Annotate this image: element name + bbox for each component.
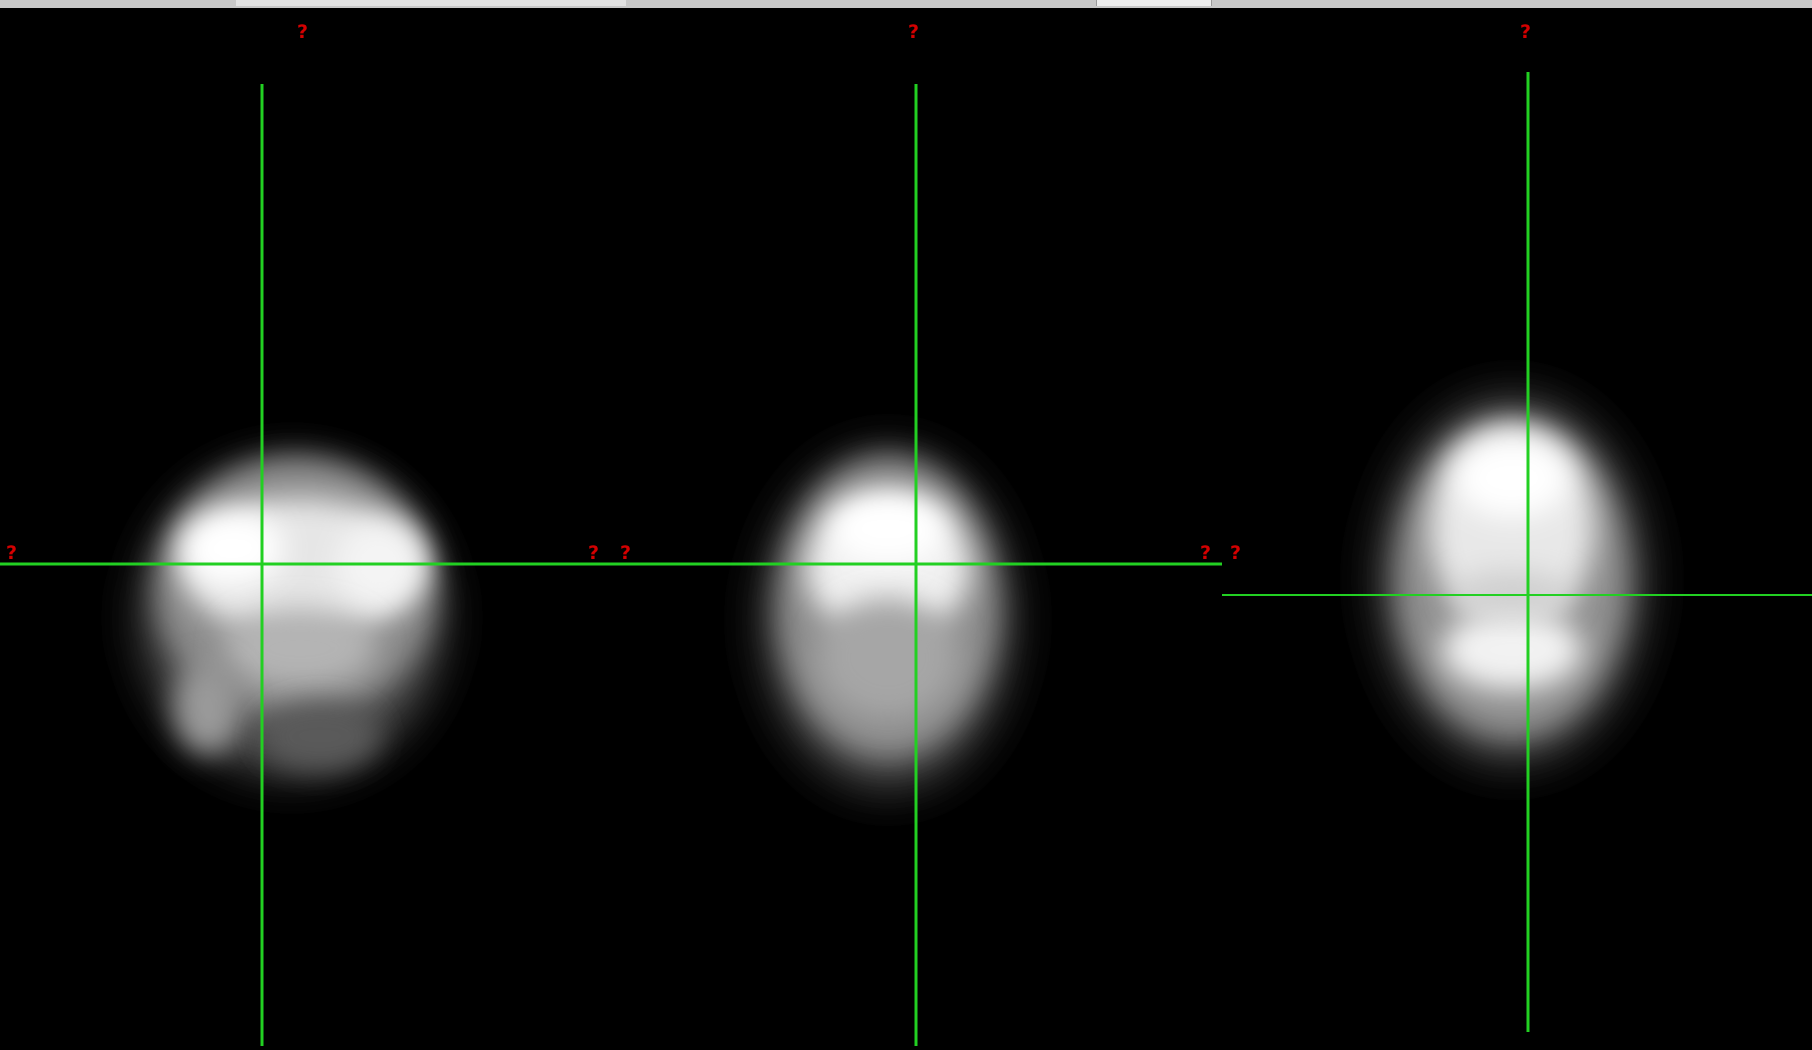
coronal-right-orientation-marker: ?: [1200, 542, 1212, 564]
sagittal-viewport[interactable]: ? ?: [1222, 8, 1812, 1050]
coronal-top-orientation-marker: ?: [908, 21, 920, 43]
axial-right-orientation-marker: ?: [588, 542, 600, 564]
sagittal-blob: [1378, 396, 1646, 764]
coronal-image[interactable]: [610, 8, 1222, 1050]
axial-top-orientation-marker: ?: [297, 21, 309, 43]
coronal-viewport[interactable]: ? ? ?: [610, 8, 1222, 1050]
axial-image[interactable]: [0, 8, 610, 1050]
axial-left-orientation-marker: ?: [6, 542, 18, 564]
sagittal-image[interactable]: [1222, 8, 1812, 1050]
sagittal-left-orientation-marker: ?: [1230, 542, 1242, 564]
axial-viewport[interactable]: ? ? ?: [0, 8, 610, 1050]
scrollbar-thumb[interactable]: [1096, 0, 1212, 6]
toolbar-strip: [236, 0, 626, 6]
coronal-left-orientation-marker: ?: [620, 542, 632, 564]
sagittal-top-orientation-marker: ?: [1520, 21, 1532, 43]
coronal-blob: [762, 450, 1014, 790]
axial-blob: [140, 458, 444, 776]
image-viewer-window: ? ? ? ? ? ? ? ?: [0, 0, 1812, 1050]
